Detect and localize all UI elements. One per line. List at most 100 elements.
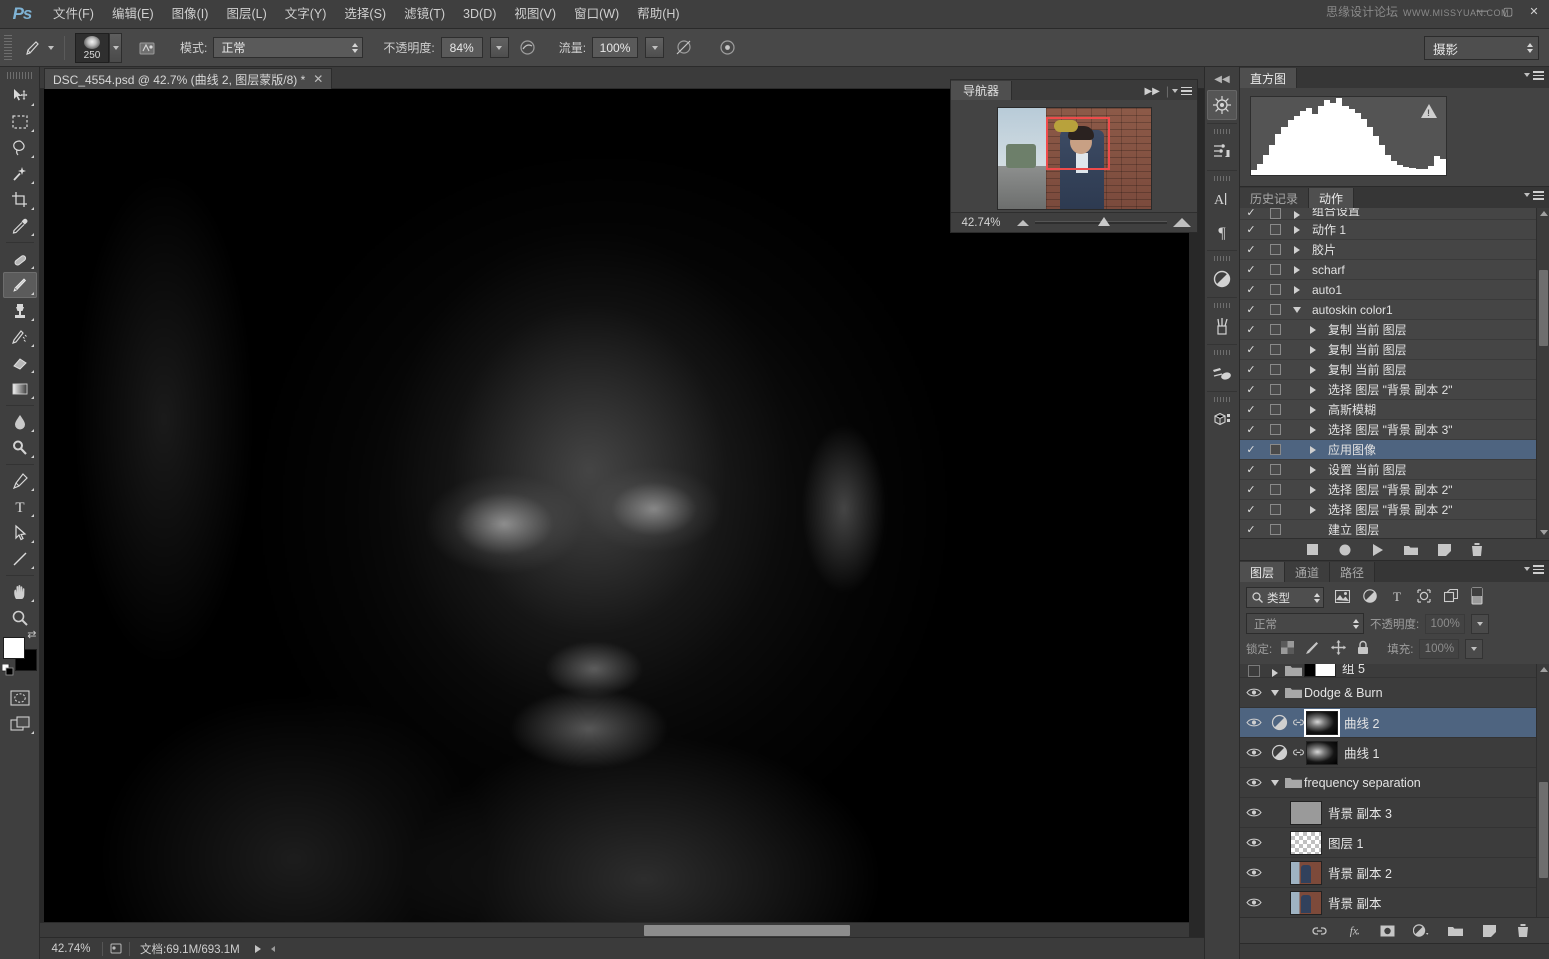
- tool-preset-chevron-down-icon[interactable]: [48, 46, 54, 50]
- action-row[interactable]: ✓应用图像: [1240, 440, 1549, 460]
- layer-blend-mode-select[interactable]: 正常: [1246, 613, 1364, 634]
- action-enabled-checkbox[interactable]: ✓: [1240, 283, 1262, 296]
- action-dialog-toggle[interactable]: [1262, 244, 1288, 255]
- actions-scrollbar[interactable]: [1536, 208, 1549, 538]
- action-enabled-checkbox[interactable]: ✓: [1240, 383, 1262, 396]
- layers-menu-icon[interactable]: [1533, 565, 1544, 574]
- brush-tool[interactable]: [3, 272, 37, 298]
- opacity-chevron-down-icon[interactable]: [490, 37, 509, 58]
- chevron-right-icon[interactable]: [1304, 406, 1322, 414]
- menu-filter[interactable]: 滤镜(T): [395, 0, 454, 29]
- toolbar-grip[interactable]: [7, 72, 33, 79]
- layer-row[interactable]: 背景 副本 3: [1240, 798, 1549, 828]
- action-dialog-toggle[interactable]: [1262, 224, 1288, 235]
- opacity-pressure-icon[interactable]: [515, 36, 541, 60]
- document-tab-close-icon[interactable]: ✕: [313, 72, 323, 86]
- adjustment-layer-icon[interactable]: [1268, 744, 1290, 761]
- canvas-horizontal-scroll-thumb[interactable]: [644, 925, 850, 936]
- layer-opacity-value[interactable]: 100%: [1425, 614, 1465, 634]
- record-icon[interactable]: [1337, 542, 1353, 558]
- 3d-panel-icon[interactable]: [1207, 405, 1237, 435]
- brush-preset-picker[interactable]: 250: [75, 33, 122, 63]
- airbrush-icon[interactable]: [670, 36, 696, 60]
- gradient-tool[interactable]: [3, 376, 37, 402]
- action-enabled-checkbox[interactable]: ✓: [1240, 403, 1262, 416]
- histogram-menu-chevron-down-icon[interactable]: [1524, 73, 1530, 77]
- new-action-icon[interactable]: [1436, 542, 1452, 558]
- layer-mask-icon[interactable]: [1379, 923, 1395, 939]
- path-selection-tool[interactable]: [3, 520, 37, 546]
- close-icon[interactable]: ✕: [1521, 1, 1547, 21]
- action-dialog-toggle[interactable]: [1262, 208, 1288, 219]
- layers-scrollbar[interactable]: [1536, 664, 1549, 926]
- adjustment-layer-icon[interactable]: [1413, 923, 1429, 939]
- marquee-tool[interactable]: [3, 109, 37, 135]
- zoom-slider-track[interactable]: [1035, 221, 1167, 224]
- blend-mode-select[interactable]: 正常: [213, 37, 363, 58]
- menu-type[interactable]: 文字(Y): [276, 0, 336, 29]
- layer-row[interactable]: 曲线 2: [1240, 708, 1549, 738]
- action-enabled-checkbox[interactable]: ✓: [1240, 263, 1262, 276]
- action-dialog-toggle[interactable]: [1262, 364, 1288, 375]
- layer-row[interactable]: frequency separation: [1240, 768, 1549, 798]
- layer-visibility-eye-icon[interactable]: [1240, 897, 1268, 908]
- histogram-warning-icon[interactable]: [1421, 104, 1437, 118]
- navigator-thumbnail[interactable]: [997, 107, 1152, 210]
- menu-view[interactable]: 视图(V): [505, 0, 565, 29]
- chevron-right-icon[interactable]: [1288, 211, 1306, 219]
- document-tab[interactable]: DSC_4554.psd @ 42.7% (曲线 2, 图层蒙版/8) * ✕: [44, 68, 332, 89]
- layers-panel-menu[interactable]: [1524, 565, 1544, 574]
- minimize-icon[interactable]: —: [1469, 1, 1495, 21]
- status-zoom-input[interactable]: 42.74%: [40, 943, 102, 955]
- workspace-select[interactable]: 摄影: [1424, 36, 1539, 60]
- actions-menu-icon[interactable]: [1533, 191, 1544, 200]
- healing-brush-tool[interactable]: [3, 246, 37, 272]
- options-bar-grip[interactable]: [4, 35, 12, 61]
- tab-layers[interactable]: 图层: [1240, 562, 1285, 582]
- layer-visibility-eye-icon[interactable]: [1240, 717, 1268, 728]
- action-dialog-toggle[interactable]: [1262, 344, 1288, 355]
- lock-image-icon[interactable]: [1305, 641, 1320, 658]
- layer-thumbnail[interactable]: [1290, 801, 1322, 825]
- layer-row[interactable]: 组 5: [1240, 664, 1549, 678]
- action-enabled-checkbox[interactable]: ✓: [1240, 243, 1262, 256]
- action-row[interactable]: ✓scharf: [1240, 260, 1549, 280]
- hand-tool[interactable]: [3, 579, 37, 605]
- action-row[interactable]: ✓胶片: [1240, 240, 1549, 260]
- eyedropper-tool[interactable]: [3, 213, 37, 239]
- layer-opacity-chevron-down-icon[interactable]: [1471, 614, 1489, 634]
- action-row[interactable]: ✓动作 1: [1240, 220, 1549, 240]
- dock-grip-2[interactable]: [1214, 176, 1230, 181]
- navigator-collapse-icon[interactable]: ▶▶: [1144, 86, 1159, 97]
- default-colors-icon[interactable]: [2, 664, 14, 679]
- smartobject-filter-icon[interactable]: [1444, 589, 1458, 606]
- actions-scroll-down-icon[interactable]: [1540, 530, 1548, 535]
- current-tool-picker[interactable]: [20, 36, 54, 60]
- layer-visibility-eye-icon[interactable]: [1240, 665, 1268, 677]
- dock-grip-4[interactable]: [1214, 303, 1230, 308]
- layer-style-icon[interactable]: fx: [1345, 923, 1361, 939]
- actions-panel-menu[interactable]: [1524, 191, 1544, 200]
- layer-thumbnail[interactable]: [1290, 891, 1322, 915]
- toggle-brush-panel-icon[interactable]: [134, 36, 160, 60]
- type-filter-icon[interactable]: T: [1390, 589, 1404, 606]
- action-row[interactable]: ✓高斯模糊: [1240, 400, 1549, 420]
- layer-mask-thumbnail[interactable]: [1304, 664, 1336, 677]
- new-set-icon[interactable]: [1403, 542, 1419, 558]
- new-group-icon[interactable]: [1447, 923, 1463, 939]
- brush-size-chevron-down-icon[interactable]: [109, 33, 122, 63]
- canvas-horizontal-scrollbar[interactable]: [40, 922, 1189, 937]
- tab-channels[interactable]: 通道: [1285, 562, 1330, 582]
- dock-grip-3[interactable]: [1214, 256, 1230, 261]
- layer-row[interactable]: 背景 副本 2: [1240, 858, 1549, 888]
- blur-tool[interactable]: [3, 409, 37, 435]
- lock-position-icon[interactable]: [1331, 640, 1346, 658]
- chevron-right-icon[interactable]: [1288, 226, 1306, 234]
- action-dialog-toggle[interactable]: [1262, 404, 1288, 415]
- layer-filter-select[interactable]: 类型: [1246, 587, 1324, 608]
- action-row[interactable]: ✓复制 当前 图层: [1240, 340, 1549, 360]
- chevron-right-icon[interactable]: [1288, 286, 1306, 294]
- layers-scroll-up-icon[interactable]: [1540, 667, 1548, 672]
- actions-list[interactable]: ✓组合设置✓动作 1✓胶片✓scharf✓auto1✓autoskin colo…: [1240, 208, 1549, 538]
- action-dialog-toggle[interactable]: [1262, 384, 1288, 395]
